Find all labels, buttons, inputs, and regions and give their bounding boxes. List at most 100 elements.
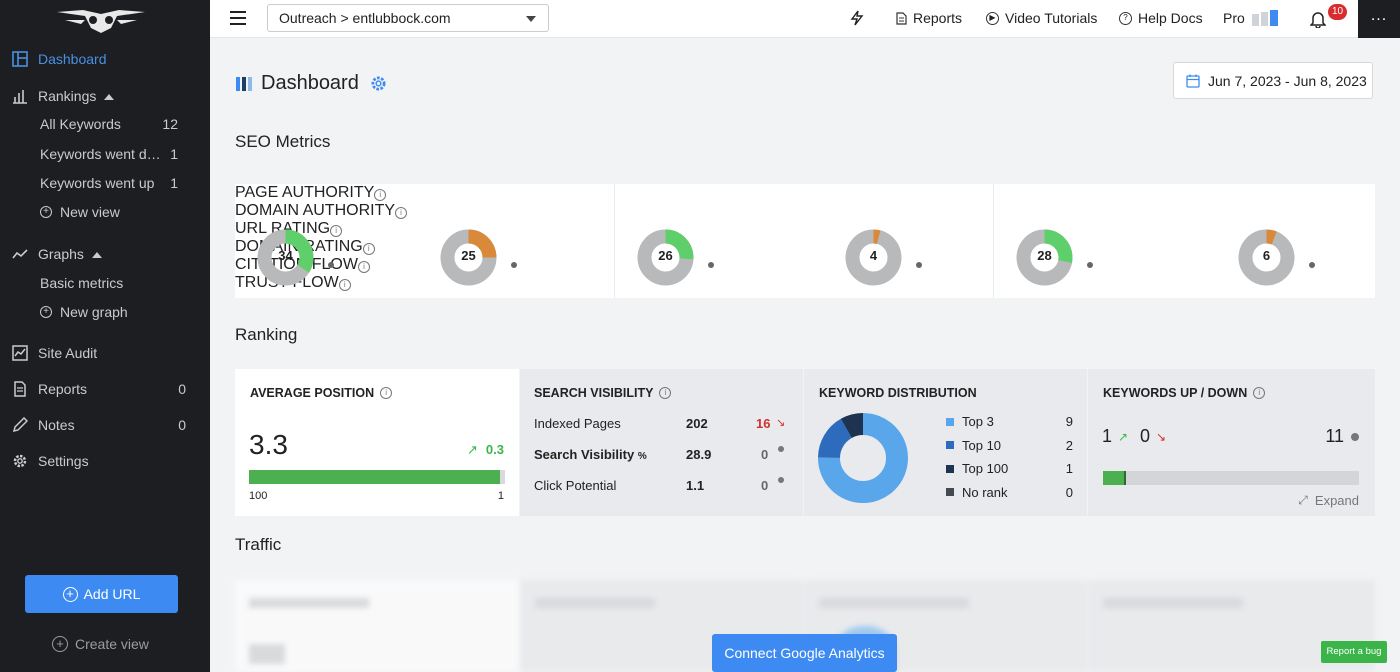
- connect-google-analytics-button[interactable]: Connect Google Analytics: [712, 634, 897, 672]
- add-url-button[interactable]: + Add URL: [25, 575, 178, 613]
- more-options-button[interactable]: ...: [1358, 0, 1400, 38]
- neutral-dot-icon: [511, 262, 517, 268]
- row-change: 0: [761, 447, 769, 462]
- date-range-picker[interactable]: Jun 7, 2023 - Jun 8, 2023: [1173, 62, 1373, 99]
- average-position-change: ↗ 0.3: [467, 442, 504, 458]
- owl-logo-icon[interactable]: [55, 6, 147, 34]
- help-docs-label: Help Docs: [1138, 10, 1203, 26]
- metric-label-text: DOMAIN AUTHORITY: [235, 202, 396, 219]
- keywords-progress-bar: [1103, 471, 1359, 485]
- gear-icon: [11, 452, 29, 470]
- legend-swatch: [946, 488, 954, 497]
- legend-item: Top 10 2: [946, 434, 1073, 458]
- date-range-value: Jun 7, 2023 - Jun 8, 2023: [1208, 72, 1367, 89]
- dashboard-icon: [11, 50, 29, 68]
- legend-name: Top 10: [962, 437, 1002, 453]
- info-icon[interactable]: i: [374, 189, 387, 201]
- ranking-title: Ranking: [235, 325, 298, 344]
- info-icon[interactable]: i: [395, 207, 408, 219]
- sidebar-item-new-view[interactable]: + New view: [0, 201, 210, 223]
- help-docs-link[interactable]: ? Help Docs: [1119, 10, 1203, 26]
- average-position-label: AVERAGE POSITION i: [250, 386, 393, 400]
- plan-bars-icon: [1251, 10, 1278, 26]
- neutral-dot-icon: [778, 477, 784, 483]
- settings-gear-icon[interactable]: [370, 75, 387, 92]
- sidebar-item-basic-metrics[interactable]: Basic metrics: [0, 272, 210, 294]
- sidebar-item-new-graph[interactable]: + New graph: [0, 301, 210, 323]
- row-value: 28.9: [686, 447, 712, 462]
- info-icon[interactable]: i: [380, 387, 393, 399]
- help-icon: ?: [1119, 11, 1132, 25]
- sidebar-item-graphs[interactable]: Graphs: [0, 242, 210, 266]
- sidebar-item-notes[interactable]: Notes 0: [0, 413, 210, 437]
- sidebar-item-count: 1: [170, 146, 178, 162]
- row-change: 0: [761, 478, 769, 493]
- info-icon[interactable]: i: [357, 261, 370, 273]
- seo-metric: DOMAIN AUTHORITY i 25: [235, 202, 1375, 286]
- sidebar-item-label: Graphs: [38, 246, 84, 262]
- keywords-up-down-label: KEYWORDS UP / DOWN i: [1103, 386, 1266, 400]
- metric-value: 28: [1037, 248, 1052, 263]
- lightning-icon: [850, 10, 864, 26]
- row-value: 202: [686, 416, 708, 431]
- sidebar-item-label: Site Audit: [38, 345, 98, 361]
- pro-label: Pro: [1223, 10, 1245, 26]
- keywords-down-count: 0 ↘: [1140, 426, 1166, 447]
- info-icon[interactable]: i: [1253, 387, 1266, 399]
- info-icon[interactable]: i: [330, 225, 343, 237]
- neutral-dot-icon: [1351, 432, 1359, 441]
- seo-metric: DOMAIN RATING i 4: [235, 229, 1375, 286]
- info-icon[interactable]: i: [362, 243, 375, 255]
- caret-up-icon: [91, 252, 102, 259]
- pencil-icon: [11, 416, 29, 434]
- legend-name: No rank: [962, 484, 1008, 500]
- sidebar-item-dashboard[interactable]: Dashboard: [0, 47, 210, 71]
- notifications-button[interactable]: [1310, 10, 1326, 28]
- seo-metrics-title: SEO Metrics: [235, 132, 331, 151]
- metric-value: 25: [461, 248, 476, 263]
- notification-count-badge: 10: [1328, 4, 1347, 20]
- sidebar-item-keywords-went-down[interactable]: Keywords went down 1: [0, 143, 210, 165]
- page-title: Dashboard: [261, 72, 359, 94]
- keywords-total-count: 11: [1325, 426, 1359, 447]
- legend-value: 9: [1065, 414, 1073, 430]
- sidebar-item-site-audit[interactable]: Site Audit: [0, 341, 210, 365]
- sidebar-item-label: New view: [60, 204, 120, 220]
- metric-value: 6: [1262, 248, 1271, 263]
- reports-label: Reports: [913, 10, 963, 26]
- neutral-dot-icon: [708, 262, 714, 268]
- sidebar-item-rankings[interactable]: Rankings: [0, 84, 210, 108]
- scale-max-label: 1: [497, 490, 504, 502]
- sidebar-item-settings[interactable]: Settings: [0, 449, 210, 473]
- project-selector[interactable]: Outreach > entlubbock.com: [267, 4, 549, 32]
- sidebar-item-reports[interactable]: Reports 0: [0, 377, 210, 401]
- pro-plan-link[interactable]: Pro: [1223, 10, 1279, 26]
- sidebar-item-label: New graph: [60, 304, 128, 320]
- info-icon[interactable]: i: [338, 279, 351, 291]
- sidebar-item-all-keywords[interactable]: All Keywords 12: [0, 113, 210, 135]
- keyword-distribution-card: KEYWORD DISTRIBUTION Top 3 9 Top 10 2 Top 10…: [804, 369, 1087, 516]
- legend-value: 1: [1065, 461, 1073, 477]
- seo-metric: TRUST FLOW i 6: [235, 229, 1375, 292]
- expand-button[interactable]: ⤢ Expand: [1298, 493, 1359, 508]
- legend-item: No rank 0: [946, 481, 1073, 505]
- neutral-dot-icon: [328, 262, 334, 268]
- card-label: AVERAGE POSITION: [250, 386, 375, 400]
- total-value: 11: [1325, 426, 1344, 446]
- video-tutorials-link[interactable]: ▶ Video Tutorials: [986, 10, 1097, 26]
- sidebar-item-keywords-went-up[interactable]: Keywords went up 1: [0, 172, 210, 194]
- legend-item: Top 100 1: [946, 457, 1073, 481]
- legend-swatch: [946, 417, 954, 426]
- hamburger-menu-icon[interactable]: [230, 11, 246, 25]
- create-view-button[interactable]: + Create view: [52, 636, 149, 652]
- report-bug-button[interactable]: Report a bug: [1321, 641, 1387, 663]
- seo-metric-label: TRUST FLOW i: [235, 274, 1375, 292]
- sidebar-item-label: Rankings: [38, 88, 97, 104]
- average-position-card: AVERAGE POSITION i 3.3 ↗ 0.3 100 1: [235, 369, 519, 516]
- lightning-button[interactable]: [850, 10, 864, 26]
- video-tutorials-label: Video Tutorials: [1005, 10, 1098, 26]
- info-icon[interactable]: i: [659, 387, 672, 399]
- seo-metric-label: CITATION FLOW i: [235, 256, 1375, 274]
- reports-link[interactable]: Reports: [896, 10, 962, 26]
- sidebar-item-label: Basic metrics: [40, 275, 124, 291]
